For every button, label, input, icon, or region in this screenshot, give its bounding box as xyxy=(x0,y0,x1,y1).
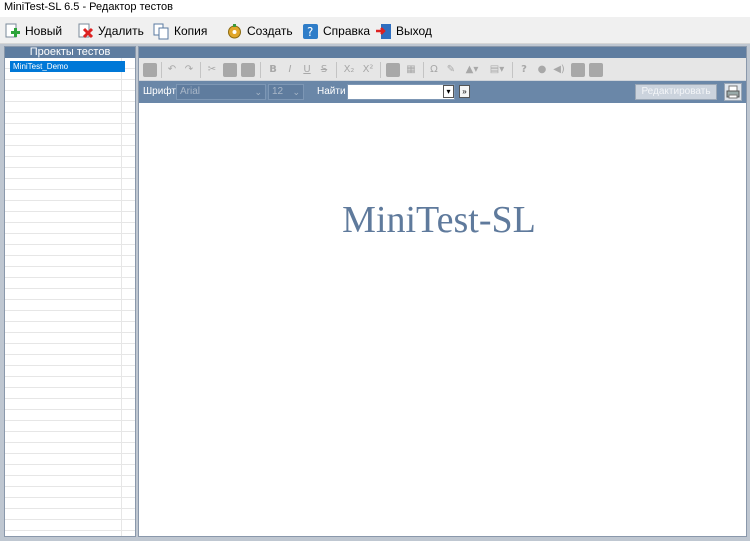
redo-icon[interactable]: ↷ xyxy=(182,63,196,77)
project-item[interactable]: MiniTest_Demo xyxy=(10,61,125,72)
list-divider xyxy=(121,58,122,536)
create-gear-icon xyxy=(226,23,243,40)
separator xyxy=(423,62,424,78)
logo-text: MiniTest-SL xyxy=(342,199,536,241)
editor-header xyxy=(139,47,746,58)
superscript-button[interactable]: X² xyxy=(360,63,376,77)
font-search-toolbar: Шрифт Arial ⌄ 12 ⌄ Найти ▾ » Редактирова… xyxy=(139,81,746,103)
undo-icon[interactable]: ↶ xyxy=(165,63,179,77)
separator xyxy=(260,62,261,78)
find-input[interactable] xyxy=(347,84,455,100)
copy-button[interactable]: Копия xyxy=(153,20,207,42)
font-value: Arial xyxy=(180,86,201,97)
format-paint-icon[interactable] xyxy=(386,63,400,77)
subscript-button[interactable]: X₂ xyxy=(341,63,357,77)
chevron-down-icon: ⌄ xyxy=(254,87,262,97)
table-grid-icon[interactable]: ▦ xyxy=(404,63,418,77)
edit-button[interactable]: Редактировать xyxy=(635,84,717,100)
help-button[interactable]: ? Справка xyxy=(302,20,370,42)
font-label: Шрифт xyxy=(143,86,176,97)
paste-icon[interactable] xyxy=(241,63,255,77)
separator xyxy=(380,62,381,78)
separator xyxy=(512,62,513,78)
image-icon[interactable] xyxy=(571,63,585,77)
create-button[interactable]: Создать xyxy=(226,20,293,42)
window-title: MiniTest-SL 6.5 - Редактор тестов xyxy=(0,0,750,17)
help-label: Справка xyxy=(323,24,371,38)
delete-button[interactable]: Удалить xyxy=(77,20,144,42)
new-plus-icon xyxy=(4,23,21,40)
pencil-icon[interactable]: ✎ xyxy=(444,63,458,77)
bold-button[interactable]: B xyxy=(266,63,280,77)
help-question-icon: ? xyxy=(302,23,319,40)
border-icon[interactable]: ▤▾ xyxy=(487,63,507,77)
find-dropdown-icon[interactable]: ▾ xyxy=(443,85,454,98)
new-button[interactable]: Новый xyxy=(4,20,62,42)
exit-button[interactable]: Выход xyxy=(375,20,432,42)
delete-x-icon xyxy=(77,23,94,40)
save-icon[interactable] xyxy=(143,63,157,77)
underline-button[interactable]: U xyxy=(300,63,314,77)
editor-area[interactable]: MiniTest-SL xyxy=(139,103,746,536)
save2-icon[interactable] xyxy=(589,63,603,77)
omega-button[interactable]: Ω xyxy=(427,63,441,77)
svg-text:?: ? xyxy=(307,25,313,39)
projects-panel: Проекты тестов MiniTest_Demo xyxy=(4,46,136,537)
italic-button[interactable]: I xyxy=(283,63,297,77)
chevron-down-icon: ⌄ xyxy=(292,87,300,97)
editor-panel: ↶ ↷ ✂ B I U S X₂ X² ▦ Ω ✎ ▲▾ ▤▾ ? ● ◀) Ш… xyxy=(138,46,747,537)
help-icon[interactable]: ? xyxy=(517,63,531,77)
separator xyxy=(161,62,162,78)
exit-label: Выход xyxy=(396,24,432,38)
find-next-icon[interactable]: » xyxy=(459,85,470,98)
find-label: Найти xyxy=(317,86,346,97)
fill-color-icon[interactable]: ▲▾ xyxy=(462,63,482,77)
exit-door-icon xyxy=(375,23,392,40)
font-select[interactable]: Arial ⌄ xyxy=(176,84,266,100)
new-label: Новый xyxy=(25,24,63,38)
create-label: Создать xyxy=(247,24,293,38)
separator xyxy=(336,62,337,78)
cut-icon[interactable]: ✂ xyxy=(205,63,219,77)
separator xyxy=(200,62,201,78)
strike-button[interactable]: S xyxy=(317,63,331,77)
size-select[interactable]: 12 ⌄ xyxy=(268,84,304,100)
copy-format-icon[interactable] xyxy=(223,63,237,77)
projects-list: MiniTest_Demo xyxy=(5,58,135,536)
copy-label: Копия xyxy=(174,24,208,38)
size-value: 12 xyxy=(272,86,284,97)
delete-label: Удалить xyxy=(98,24,144,38)
bulb-icon[interactable]: ● xyxy=(535,63,549,77)
copy-icon xyxy=(153,23,170,40)
menubar: Новый Удалить Копия Создать ? Справка Вы… xyxy=(0,17,750,44)
print-icon[interactable] xyxy=(724,83,742,101)
format-toolbar: ↶ ↷ ✂ B I U S X₂ X² ▦ Ω ✎ ▲▾ ▤▾ ? ● ◀) xyxy=(139,58,746,81)
projects-header: Проекты тестов xyxy=(5,47,135,58)
sound-icon[interactable]: ◀) xyxy=(552,63,566,77)
